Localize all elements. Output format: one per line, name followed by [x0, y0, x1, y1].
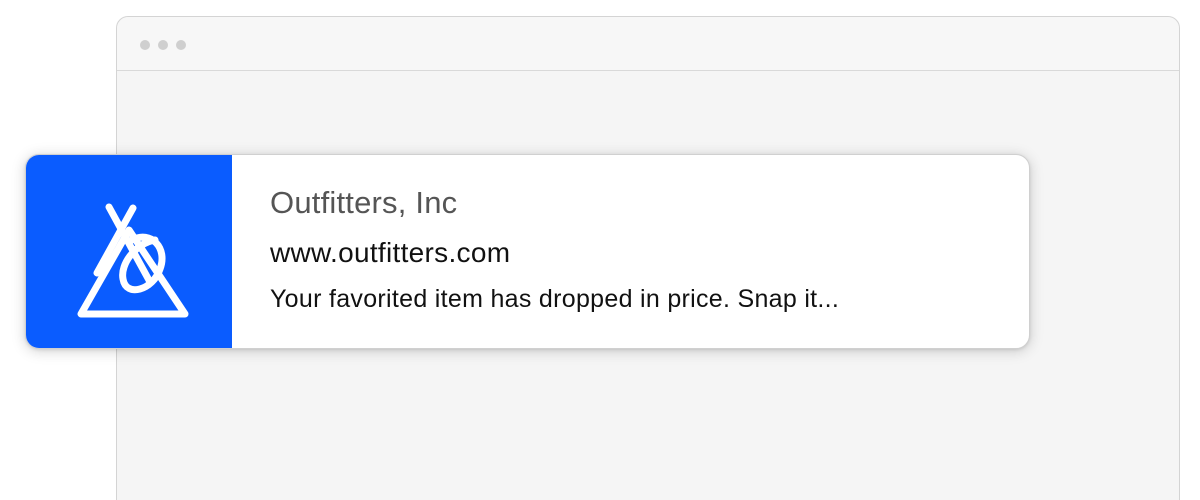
close-window-button[interactable] [140, 40, 150, 50]
app-icon-panel [26, 155, 232, 348]
window-controls [140, 40, 186, 50]
notification-message: Your favorited item has dropped in price… [270, 285, 840, 313]
push-notification[interactable]: Outfitters, Inc www.outfitters.com Your … [25, 154, 1030, 349]
outfitters-logo-icon [77, 203, 189, 317]
window-titlebar [117, 17, 1179, 71]
desktop: Outfitters, Inc www.outfitters.com Your … [0, 0, 1200, 500]
notification-subtitle: www.outfitters.com [270, 237, 511, 268]
zoom-window-button[interactable] [176, 40, 186, 50]
notification-title: Outfitters, Inc [270, 185, 458, 220]
minimize-window-button[interactable] [158, 40, 168, 50]
notification-content: Outfitters, Inc www.outfitters.com Your … [232, 155, 839, 348]
